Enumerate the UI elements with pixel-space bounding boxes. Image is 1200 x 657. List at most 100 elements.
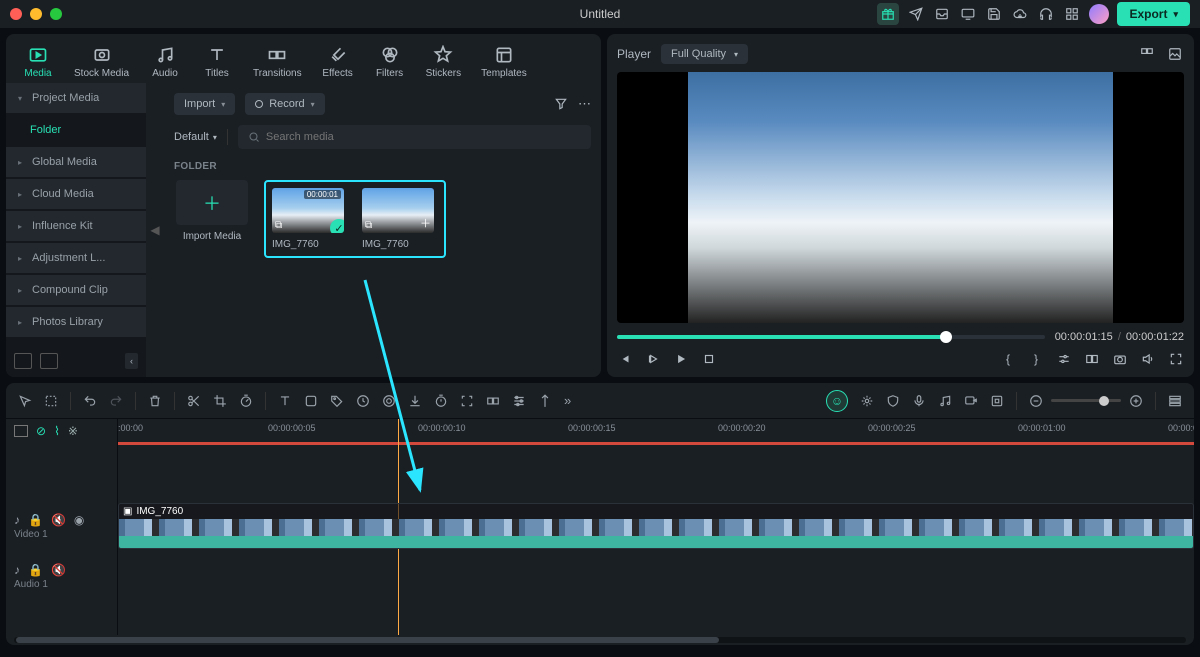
- tab-filters[interactable]: Filters: [368, 40, 412, 83]
- media-clip[interactable]: ⧉ ＋ IMG_7760: [362, 188, 438, 250]
- export-button[interactable]: Export ▾: [1117, 2, 1190, 26]
- tab-effects[interactable]: Effects: [316, 40, 360, 83]
- search-input[interactable]: [266, 131, 581, 143]
- tab-audio[interactable]: Audio: [143, 40, 187, 83]
- sidebar-item-cloud-media[interactable]: ▸Cloud Media: [6, 179, 146, 209]
- time-ruler[interactable]: :00:0000:00:00:0500:00:00:1000:00:00:150…: [118, 419, 1194, 443]
- brace-left-icon[interactable]: {: [1000, 351, 1016, 367]
- redo-icon[interactable]: [109, 394, 123, 408]
- more-tools-icon[interactable]: »: [564, 393, 571, 408]
- maximize-window[interactable]: [50, 8, 62, 20]
- color-icon[interactable]: [382, 394, 396, 408]
- tab-media[interactable]: Media: [16, 40, 60, 83]
- marker-icon[interactable]: [538, 394, 552, 408]
- user-avatar[interactable]: [1089, 4, 1109, 24]
- import-button[interactable]: Import▾: [174, 93, 235, 115]
- magnet-icon[interactable]: ⌇: [54, 424, 60, 438]
- adjust-icon[interactable]: [1056, 351, 1072, 367]
- grid-view-icon[interactable]: [1138, 45, 1156, 63]
- media-clip[interactable]: 00:00:01 ⧉ ✓ IMG_7760: [272, 188, 348, 250]
- tab-transitions[interactable]: Transitions: [247, 40, 308, 83]
- more-icon[interactable]: ⋯: [578, 96, 591, 112]
- send-icon[interactable]: [907, 5, 925, 23]
- video-clip[interactable]: ▣IMG_7760: [118, 503, 1194, 549]
- delete-icon[interactable]: [148, 394, 162, 408]
- prev-frame-icon[interactable]: [617, 351, 633, 367]
- inbox-icon[interactable]: [933, 5, 951, 23]
- undo-icon[interactable]: [83, 394, 97, 408]
- track-head-audio[interactable]: ♪ 🔒 🔇 Audio 1: [6, 551, 117, 601]
- fullscreen-icon[interactable]: [1168, 351, 1184, 367]
- gift-icon[interactable]: [877, 3, 899, 25]
- brace-right-icon[interactable]: }: [1028, 351, 1044, 367]
- keyframe-icon[interactable]: [990, 394, 1004, 408]
- lock-icon[interactable]: 🔒: [28, 513, 43, 527]
- save-icon[interactable]: [985, 5, 1003, 23]
- record-button[interactable]: Record▾: [245, 93, 324, 115]
- timeline-scrollbar[interactable]: [6, 635, 1194, 645]
- zoom-slider[interactable]: [1051, 399, 1121, 402]
- shield-icon[interactable]: [886, 394, 900, 408]
- tag-icon[interactable]: [330, 394, 344, 408]
- apps-icon[interactable]: [1063, 5, 1081, 23]
- volume-icon[interactable]: [1140, 351, 1156, 367]
- cloud-icon[interactable]: [1011, 5, 1029, 23]
- sidebar-toggle[interactable]: ◀: [146, 83, 164, 377]
- close-window[interactable]: [10, 8, 22, 20]
- screen-record-icon[interactable]: [964, 394, 978, 408]
- filter-icon[interactable]: [554, 97, 568, 111]
- pointer-icon[interactable]: [18, 394, 32, 408]
- sparkle-icon[interactable]: [860, 394, 874, 408]
- mask-icon[interactable]: [304, 394, 318, 408]
- minimize-window[interactable]: [30, 8, 42, 20]
- sidebar-item-project-media[interactable]: ▾Project Media: [6, 83, 146, 113]
- import-media-tile[interactable]: ＋ Import Media: [174, 180, 250, 258]
- text-icon[interactable]: [278, 394, 292, 408]
- sidebar-item-global-media[interactable]: ▸Global Media: [6, 147, 146, 177]
- mute-icon[interactable]: 🔇: [51, 513, 66, 527]
- eye-icon[interactable]: ◉: [74, 513, 84, 527]
- tab-stickers[interactable]: Stickers: [420, 40, 468, 83]
- tab-titles[interactable]: Titles: [195, 40, 239, 83]
- sync-icon[interactable]: ※: [68, 424, 78, 438]
- scrub-bar[interactable]: [617, 335, 1045, 339]
- screen-icon[interactable]: [959, 5, 977, 23]
- headphones-icon[interactable]: [1037, 5, 1055, 23]
- layout-icon[interactable]: [1168, 394, 1182, 408]
- group-icon[interactable]: [486, 394, 500, 408]
- timeline-view-icon[interactable]: [14, 425, 28, 437]
- sidebar-item-compound-clip[interactable]: ▸Compound Clip: [6, 275, 146, 305]
- zoom-out-icon[interactable]: [1029, 394, 1043, 408]
- video-viewer[interactable]: [617, 72, 1184, 323]
- sidebar-item-folder[interactable]: Folder: [6, 115, 146, 145]
- compare-icon[interactable]: [1084, 351, 1100, 367]
- stop-icon[interactable]: [701, 351, 717, 367]
- picture-icon[interactable]: [1166, 45, 1184, 63]
- track-head-video[interactable]: ♪ 🔒 🔇 ◉ Video 1: [6, 501, 117, 551]
- collapse-sidebar-icon[interactable]: ‹: [125, 353, 138, 369]
- play-reverse-icon[interactable]: [645, 351, 661, 367]
- tab-stock-media[interactable]: Stock Media: [68, 40, 135, 83]
- cut-icon[interactable]: [187, 394, 201, 408]
- lock-icon[interactable]: 🔒: [28, 563, 43, 577]
- sidebar-item-adjustment[interactable]: ▸Adjustment L...: [6, 243, 146, 273]
- mic-icon[interactable]: [912, 394, 926, 408]
- ai-icon[interactable]: ☺: [826, 390, 848, 412]
- tab-templates[interactable]: Templates: [475, 40, 533, 83]
- speed-icon[interactable]: [239, 394, 253, 408]
- sidebar-item-photos-library[interactable]: ▸Photos Library: [6, 307, 146, 337]
- music-icon[interactable]: [938, 394, 952, 408]
- mute-icon[interactable]: 🔇: [51, 563, 66, 577]
- quality-dropdown[interactable]: Full Quality▾: [661, 44, 748, 64]
- new-folder-icon[interactable]: [14, 353, 32, 369]
- crop-icon[interactable]: [213, 394, 227, 408]
- snapshot-icon[interactable]: [1112, 351, 1128, 367]
- search-box[interactable]: [238, 125, 591, 149]
- timeline-tracks[interactable]: :00:0000:00:00:0500:00:00:1000:00:00:150…: [118, 419, 1194, 635]
- adjust-icon[interactable]: [512, 394, 526, 408]
- sort-dropdown[interactable]: Default▾: [174, 131, 217, 143]
- focus-icon[interactable]: [460, 394, 474, 408]
- new-bin-icon[interactable]: [40, 353, 58, 369]
- zoom-in-icon[interactable]: [1129, 394, 1143, 408]
- history-icon[interactable]: [356, 394, 370, 408]
